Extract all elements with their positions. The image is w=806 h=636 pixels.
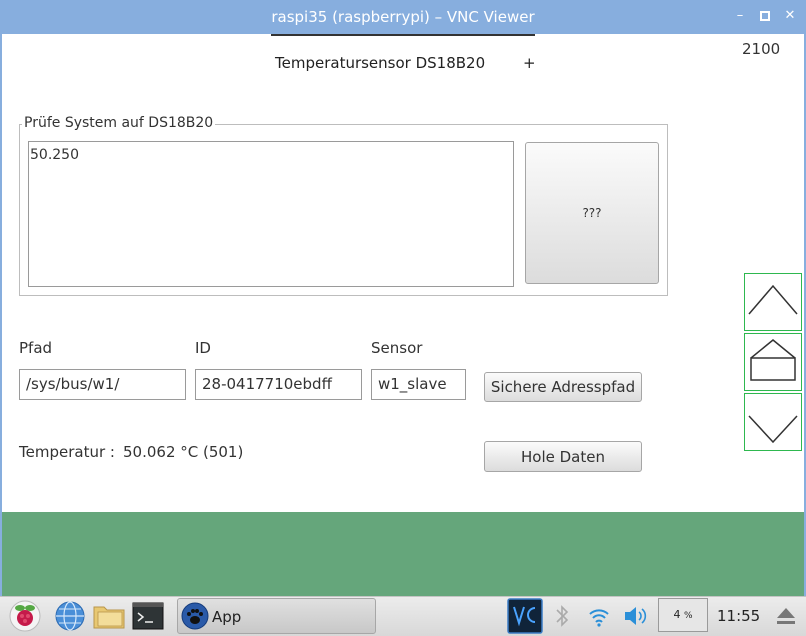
clock[interactable]: 11:55 xyxy=(717,607,760,625)
eject-icon[interactable] xyxy=(772,599,800,633)
path-input[interactable]: /sys/bus/w1/ xyxy=(19,369,186,400)
taskbar-app-button[interactable]: App xyxy=(177,598,376,634)
fetch-data-button[interactable]: Hole Daten xyxy=(484,441,642,472)
scroll-down-button[interactable] xyxy=(744,393,802,451)
wifi-icon[interactable] xyxy=(587,599,611,633)
app-label: App xyxy=(212,608,242,626)
save-path-button[interactable]: Sichere Adresspfad xyxy=(484,372,642,402)
id-input[interactable]: 28-0417710ebdff xyxy=(195,369,362,400)
scroll-up-button[interactable] xyxy=(744,273,802,331)
path-label: Pfad xyxy=(19,339,53,357)
sensor-input[interactable]: w1_slave xyxy=(371,369,466,400)
temperature-label: Temperatur : xyxy=(19,443,115,461)
app-paw-icon xyxy=(181,602,209,630)
add-button[interactable]: + xyxy=(523,54,536,72)
bluetooth-icon[interactable] xyxy=(552,599,572,633)
sensor-label: Sensor xyxy=(371,339,423,357)
cpu-monitor[interactable]: 4 % xyxy=(658,598,708,632)
chevron-down-icon xyxy=(748,415,798,444)
counter-value: 2100 xyxy=(742,40,781,58)
file-manager-icon[interactable] xyxy=(92,599,126,633)
cpu-value: 4 xyxy=(673,608,681,621)
id-label: ID xyxy=(195,339,211,357)
window-titlebar[interactable]: raspi35 (raspberrypi) – VNC Viewer – ✕ xyxy=(0,0,806,34)
temperature-value: 50.062 °C (501) xyxy=(123,443,244,461)
close-icon[interactable]: ✕ xyxy=(782,8,798,24)
volume-icon[interactable] xyxy=(622,599,650,633)
terminal-icon[interactable] xyxy=(131,599,165,633)
maximize-icon[interactable] xyxy=(757,8,773,24)
raspberry-menu-icon[interactable] xyxy=(8,599,42,633)
chevron-up-icon xyxy=(748,284,798,315)
home-icon xyxy=(750,339,796,381)
cpu-unit: % xyxy=(683,611,693,621)
group-title: Prüfe System auf DS18B20 xyxy=(22,115,216,131)
window-title: raspi35 (raspberrypi) – VNC Viewer xyxy=(271,8,535,26)
status-panel xyxy=(2,512,804,596)
vnc-icon[interactable] xyxy=(507,598,543,634)
sensor-title: Temperatursensor DS18B20 xyxy=(275,54,486,72)
header-divider xyxy=(271,34,535,36)
home-button[interactable] xyxy=(744,333,802,391)
check-button[interactable]: ??? xyxy=(525,142,659,284)
minimize-icon[interactable]: – xyxy=(732,8,748,24)
output-textarea[interactable]: 50.250 xyxy=(28,141,514,287)
taskbar: App 4 % 11:55 xyxy=(0,596,806,636)
web-browser-icon[interactable] xyxy=(53,599,87,633)
